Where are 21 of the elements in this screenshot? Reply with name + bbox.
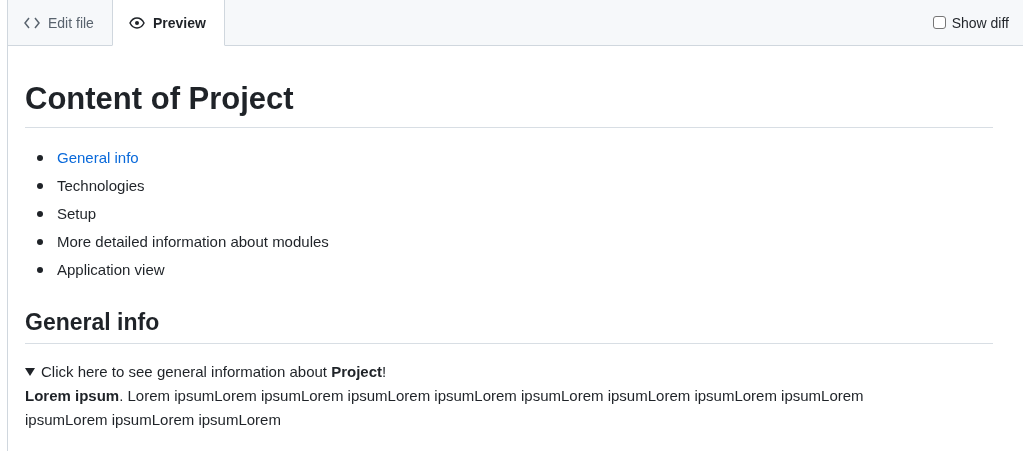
bullet-icon <box>37 154 43 161</box>
details-summary[interactable]: Click here to see general information about Project! <box>41 359 387 384</box>
toc-item: Setup <box>57 203 97 224</box>
bullet-icon <box>37 266 43 273</box>
tab[interactable]: Preview <box>111 0 225 46</box>
page-title: Content of Project <box>25 81 294 116</box>
checkbox-label[interactable]: Show diff <box>951 14 1009 31</box>
toc-link[interactable]: General info <box>57 143 139 172</box>
code-icon <box>24 17 40 29</box>
bullet-icon <box>37 182 43 189</box>
bullet-icon <box>37 238 43 245</box>
toc-item: More detailed information about modules <box>57 231 329 252</box>
triangle-icon[interactable] <box>25 366 35 377</box>
toc-item: Technologies <box>57 175 145 196</box>
details-text: Lorem ipsum. Lorem ipsumLorem ipsumLorem ipsumLorem ipsumLorem ipsumLorem ipsumLorem ipsumLorem ipsumLorem ipsumLorem ipsumLorem ipsumLorem <box>25 385 865 430</box>
bullet-icon <box>37 210 43 217</box>
checkbox[interactable] <box>932 16 946 29</box>
eye-icon <box>128 16 145 29</box>
section-title: General info <box>25 308 160 335</box>
toc-item: Application view <box>57 259 165 280</box>
tab[interactable]: Edit file <box>8 0 112 46</box>
